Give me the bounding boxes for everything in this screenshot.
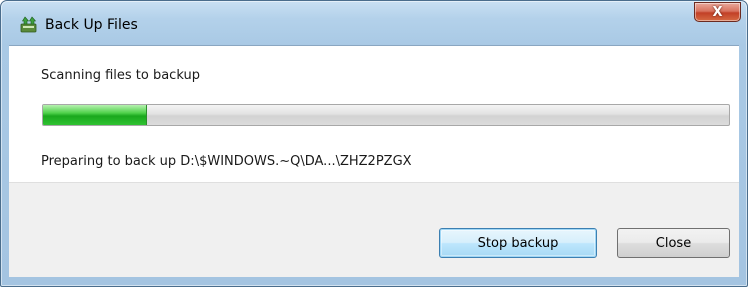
window-close-button[interactable]: X xyxy=(694,2,741,22)
close-button[interactable]: Close xyxy=(617,228,730,258)
dialog-content: Scanning files to backup Preparing to ba… xyxy=(9,45,739,182)
backup-dialog-window: Back Up Files X Scanning files to backup… xyxy=(0,0,748,287)
window-title: Back Up Files xyxy=(45,17,138,33)
dialog-footer: Stop backup Close xyxy=(9,182,739,277)
current-file-detail: Preparing to back up D:\$WINDOWS.~Q\DA..… xyxy=(41,154,412,169)
backup-app-icon xyxy=(20,16,37,33)
stop-backup-button[interactable]: Stop backup xyxy=(439,228,597,258)
status-heading: Scanning files to backup xyxy=(41,68,200,83)
close-icon: X xyxy=(712,4,723,20)
backup-progress-bar xyxy=(42,104,730,126)
title-bar[interactable]: Back Up Files X xyxy=(1,1,747,45)
progress-fill xyxy=(43,105,147,125)
